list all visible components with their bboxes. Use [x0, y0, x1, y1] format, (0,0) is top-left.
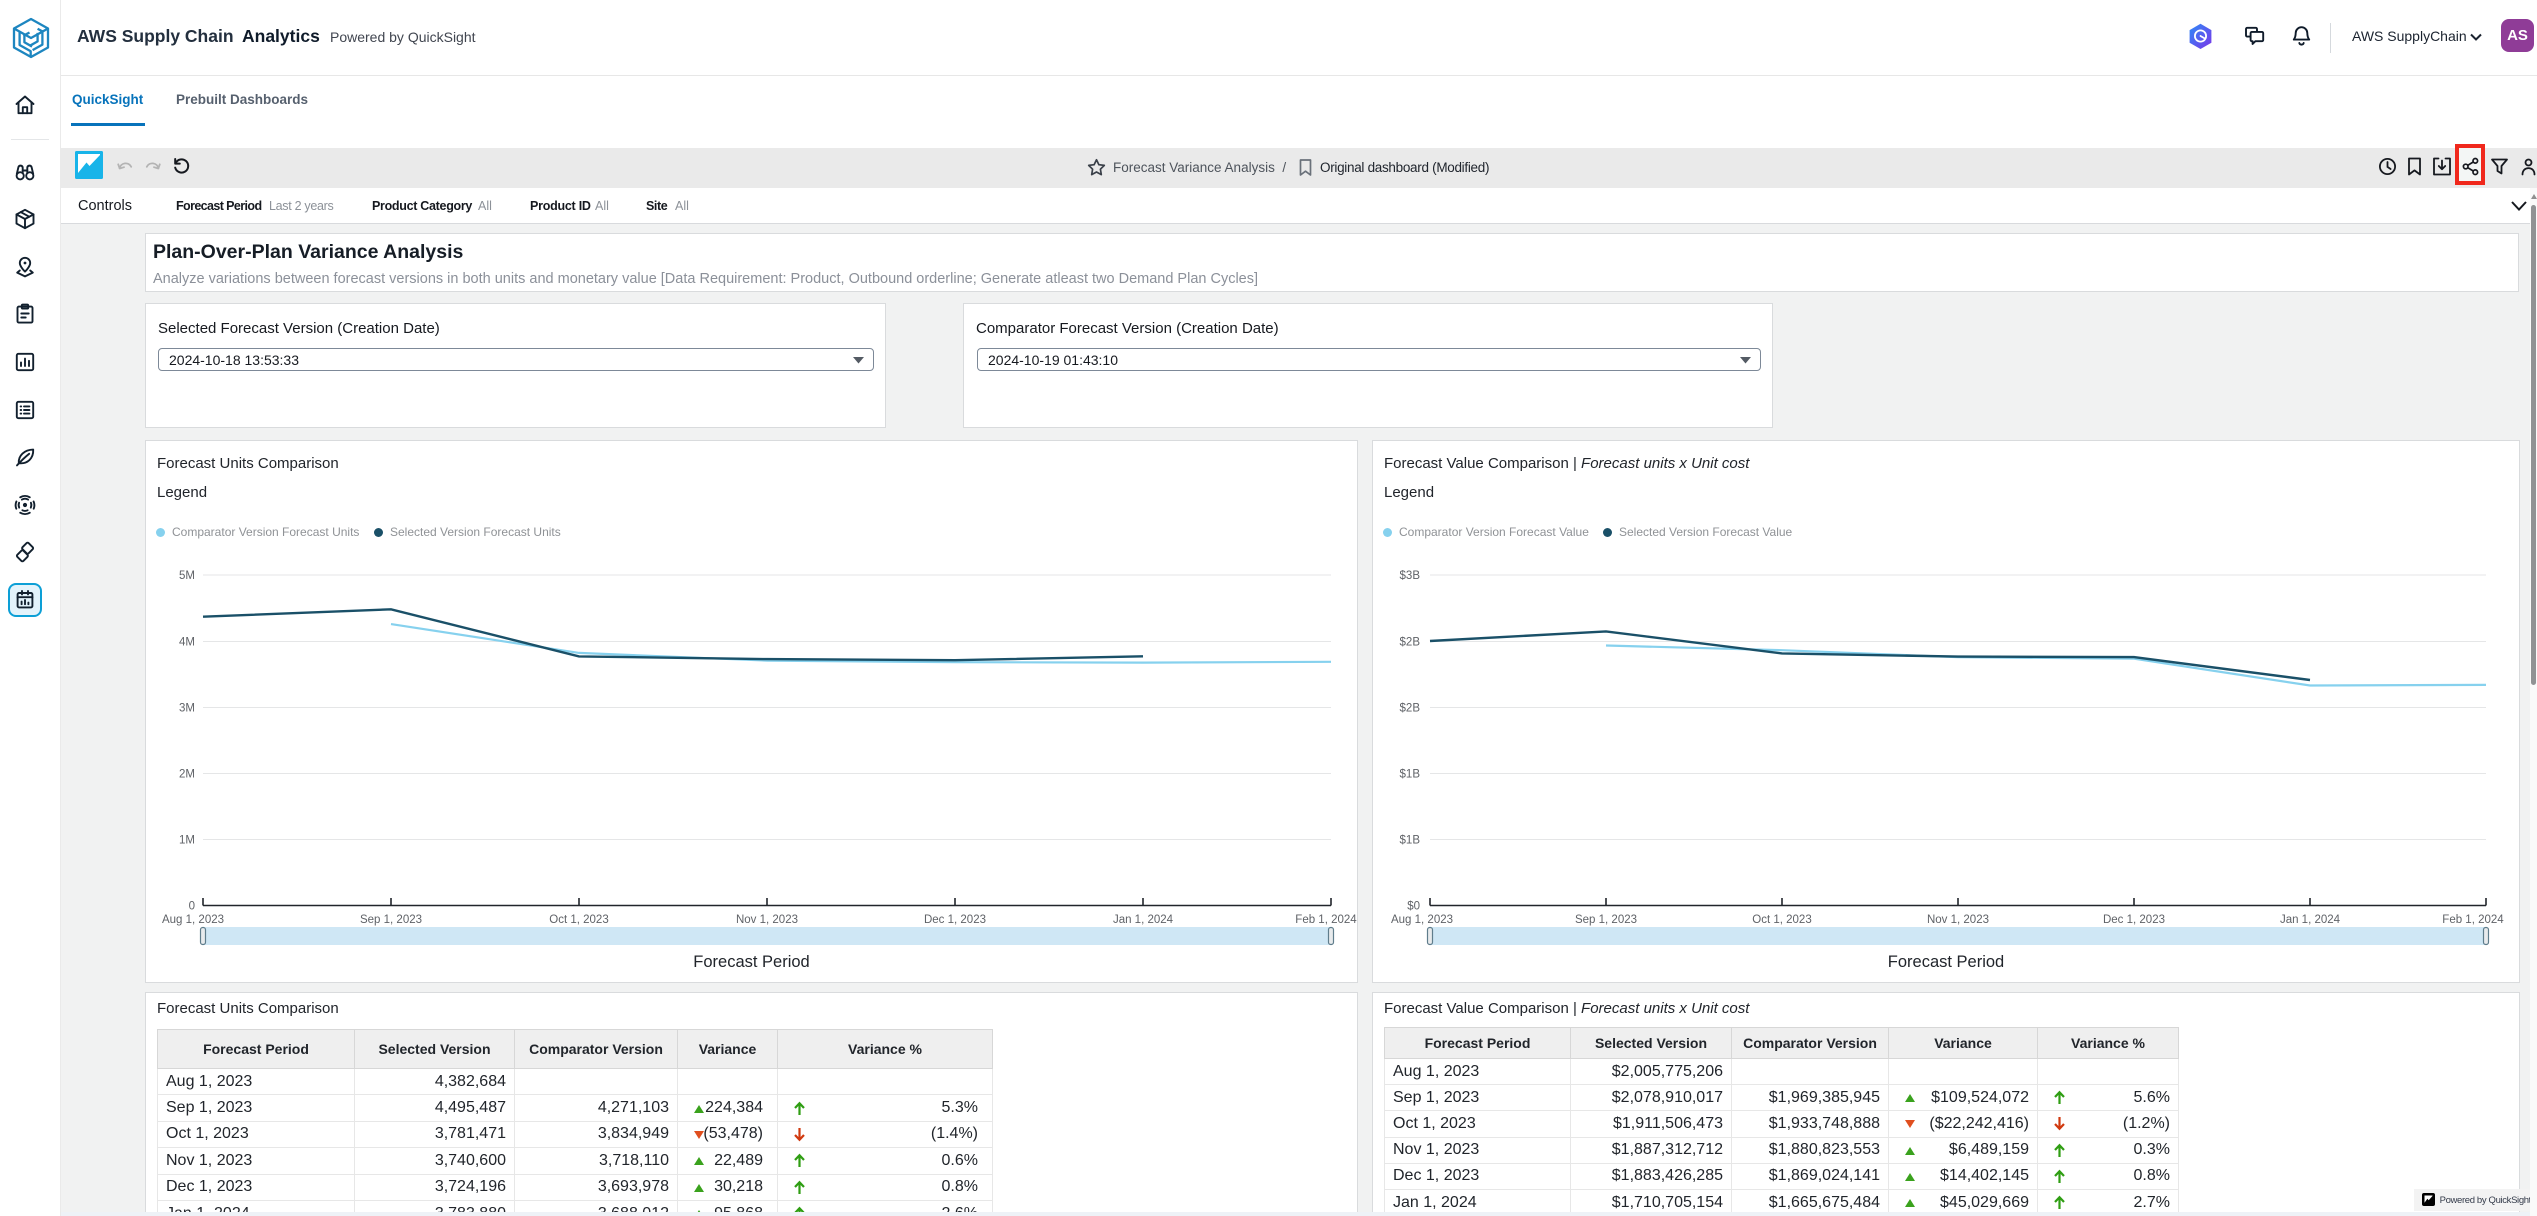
svg-text:$2B: $2B	[1400, 703, 1421, 715]
svg-text:Oct 1, 2023: Oct 1, 2023	[1752, 914, 1811, 926]
svg-text:Jan 1, 2024: Jan 1, 2024	[1113, 914, 1174, 926]
svg-text:Dec 1, 2023: Dec 1, 2023	[924, 914, 986, 926]
svg-text:Aug 1, 2023: Aug 1, 2023	[162, 914, 224, 926]
svg-text:$1B: $1B	[1400, 835, 1421, 847]
svg-text:4M: 4M	[179, 637, 195, 649]
svg-text:$3B: $3B	[1400, 570, 1421, 582]
svg-text:1M: 1M	[179, 835, 195, 847]
svg-text:Dec 1, 2023: Dec 1, 2023	[2103, 914, 2165, 926]
svg-text:Aug 1, 2023: Aug 1, 2023	[1391, 914, 1453, 926]
svg-text:Nov 1, 2023: Nov 1, 2023	[736, 914, 798, 926]
svg-text:2M: 2M	[179, 769, 195, 781]
svg-text:Feb 1, 2024: Feb 1, 2024	[2442, 914, 2504, 926]
svg-text:3M: 3M	[179, 703, 195, 715]
svg-text:Nov 1, 2023: Nov 1, 2023	[1927, 914, 1989, 926]
svg-text:$0: $0	[1407, 901, 1420, 913]
svg-text:Sep 1, 2023: Sep 1, 2023	[1575, 914, 1637, 926]
svg-text:Oct 1, 2023: Oct 1, 2023	[549, 914, 608, 926]
svg-text:$1B: $1B	[1400, 769, 1421, 781]
svg-text:5M: 5M	[179, 570, 195, 582]
svg-text:Jan 1, 2024: Jan 1, 2024	[2280, 914, 2341, 926]
svg-text:Sep 1, 2023: Sep 1, 2023	[360, 914, 422, 926]
svg-text:Feb 1, 2024: Feb 1, 2024	[1295, 914, 1357, 926]
svg-text:$2B: $2B	[1400, 637, 1421, 649]
svg-text:0: 0	[189, 901, 195, 913]
